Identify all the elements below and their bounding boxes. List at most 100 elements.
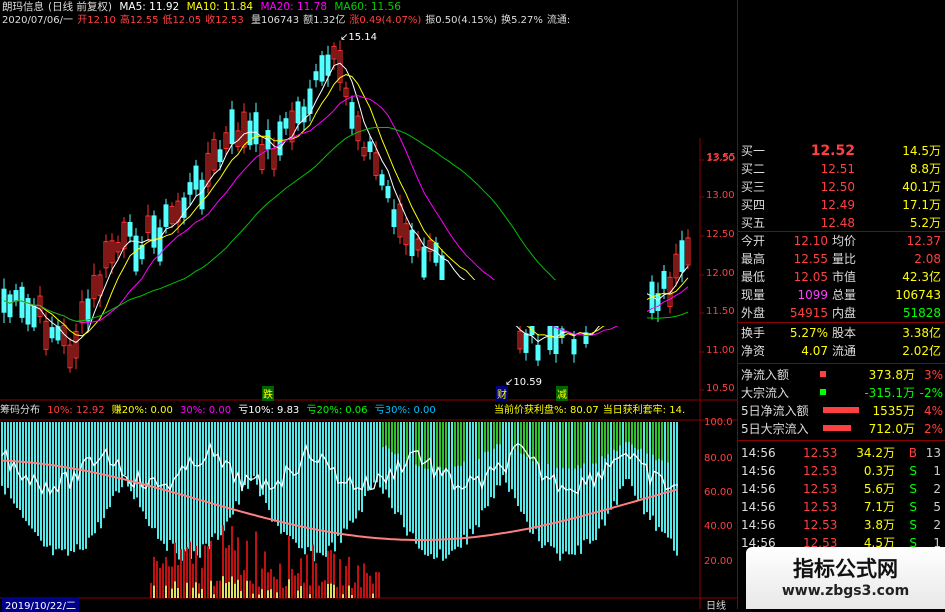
candle — [391, 209, 397, 228]
quote-row: 14:56 12.53 0.3万 S 1 — [741, 462, 945, 480]
volume-bar — [318, 585, 320, 598]
stat-value: 42.3亿 — [902, 270, 941, 284]
ma60-label: MA60: 11.56 — [334, 1, 401, 13]
candle — [13, 290, 19, 301]
quote-row: 14:56 12.53 3.8万 S 2 — [741, 516, 945, 534]
stat-label: 外盘 — [741, 306, 766, 320]
stat-value: 4.07 — [801, 344, 828, 358]
candle — [367, 141, 373, 153]
volume-bar — [375, 571, 377, 598]
tick-volume: 34.2万 — [856, 446, 895, 460]
quote-row: 最低 12.05 市值 42.3亿 — [741, 268, 945, 286]
candle — [163, 204, 169, 227]
volume-bar — [204, 545, 206, 598]
tick-side: S — [909, 500, 917, 514]
bid-volume: 8.8万 — [909, 162, 941, 176]
volume-bar — [156, 560, 158, 598]
flow-value: 712.0万 — [868, 422, 915, 436]
stat-label: 内盘 — [832, 306, 857, 320]
volume-bar-inner — [348, 585, 350, 598]
volume-bar — [321, 581, 323, 598]
chip-profit-header: 当前价获利盘%: 80.07 当日获利套牢: 14. — [494, 405, 686, 416]
volume-bar-inner — [165, 585, 167, 598]
chip-tick-label: 60.00 — [704, 487, 733, 498]
stat-label: 总量 — [832, 288, 857, 302]
volume-bar — [189, 541, 191, 598]
volume-bar-inner — [246, 580, 248, 598]
flow-pct: 3% — [923, 368, 943, 382]
ma10-label: MA10: 11.84 — [186, 1, 254, 13]
volume-bar-inner — [153, 585, 155, 598]
volume-bar — [183, 549, 185, 598]
quote-row: 今开 12.10 均价 12.37 — [741, 232, 945, 250]
volume-bar — [162, 563, 164, 598]
candle — [277, 121, 283, 156]
volume-bar-inner — [270, 589, 272, 598]
flow-label: 大宗流入 — [741, 386, 790, 400]
volume-bar — [339, 559, 341, 598]
candle — [49, 327, 55, 339]
signal-label: 财 — [496, 386, 508, 401]
redaction-center — [287, 280, 647, 326]
volume-bar — [273, 576, 275, 598]
volume-bar — [369, 575, 371, 598]
volume-bar-inner — [309, 594, 311, 598]
watermark: 指标公式网 www.zbgs3.com — [746, 547, 945, 609]
quote-row: 14:56 12.53 7.1万 S 5 — [741, 498, 945, 516]
low-price-marker: ↙10.59 — [505, 377, 543, 388]
volume-bar — [255, 531, 257, 598]
volume-bar-inner — [177, 588, 179, 598]
bid-price: 12.52 — [810, 143, 855, 159]
volume-bar — [243, 570, 245, 598]
bid-label: 买二 — [741, 162, 766, 176]
tick-price: 12.53 — [803, 464, 838, 478]
tick-volume: 7.1万 — [863, 500, 895, 514]
candle — [7, 294, 13, 318]
volume-bar-inner — [171, 588, 173, 598]
flow-value: 373.8万 — [868, 368, 915, 382]
stat-value: 54915 — [789, 306, 828, 320]
volume-bar — [354, 582, 356, 598]
candle — [679, 240, 685, 272]
bid-label: 买四 — [741, 198, 766, 212]
candle — [187, 182, 193, 195]
volume-bar — [363, 563, 365, 598]
candle — [31, 304, 37, 328]
stat-label: 最低 — [741, 270, 766, 284]
volume-bar-inner — [192, 587, 194, 598]
stat-value: 12.10 — [793, 234, 828, 248]
volume-bar-inner — [210, 580, 212, 598]
volume-bar-inner — [351, 594, 353, 598]
bid-volume: 40.1万 — [902, 180, 941, 194]
tick-side: S — [909, 518, 917, 532]
bottom-period: 日线 — [706, 601, 726, 612]
ma5-label: MA5: 11.92 — [119, 1, 180, 13]
bid-price: 12.50 — [820, 180, 855, 194]
candle — [523, 333, 529, 353]
candle — [217, 149, 223, 163]
stat-value: 12.05 — [793, 270, 828, 284]
date-label: 2020/07/06/一 — [2, 15, 74, 26]
candle — [313, 71, 319, 81]
volume-bar — [249, 580, 251, 598]
price-tick-label: 12.50 — [706, 229, 735, 240]
volume-bar-inner — [276, 592, 278, 598]
stat-label: 今开 — [741, 234, 766, 248]
bid-price: 12.48 — [820, 216, 855, 230]
volume-bar-inner — [330, 583, 332, 598]
quote-row: 买二 12.51 8.8万 — [741, 160, 945, 178]
candle — [199, 179, 205, 210]
chip-tick-label: 40.00 — [704, 521, 733, 532]
volume-bar-inner — [174, 581, 176, 598]
volume-bar-inner — [201, 589, 203, 598]
quote-row: 14:56 12.53 5.6万 S 2 — [741, 480, 945, 498]
flow-value: 1535万 — [872, 404, 915, 418]
volume-bar — [216, 580, 218, 598]
volume-bar — [291, 568, 293, 598]
candle — [127, 222, 133, 237]
ask5-price: 13.55 — [707, 152, 736, 163]
volume-bar-inner — [288, 579, 290, 598]
volume-bar — [357, 565, 359, 598]
candle — [385, 186, 391, 199]
volume-bar — [294, 575, 296, 598]
